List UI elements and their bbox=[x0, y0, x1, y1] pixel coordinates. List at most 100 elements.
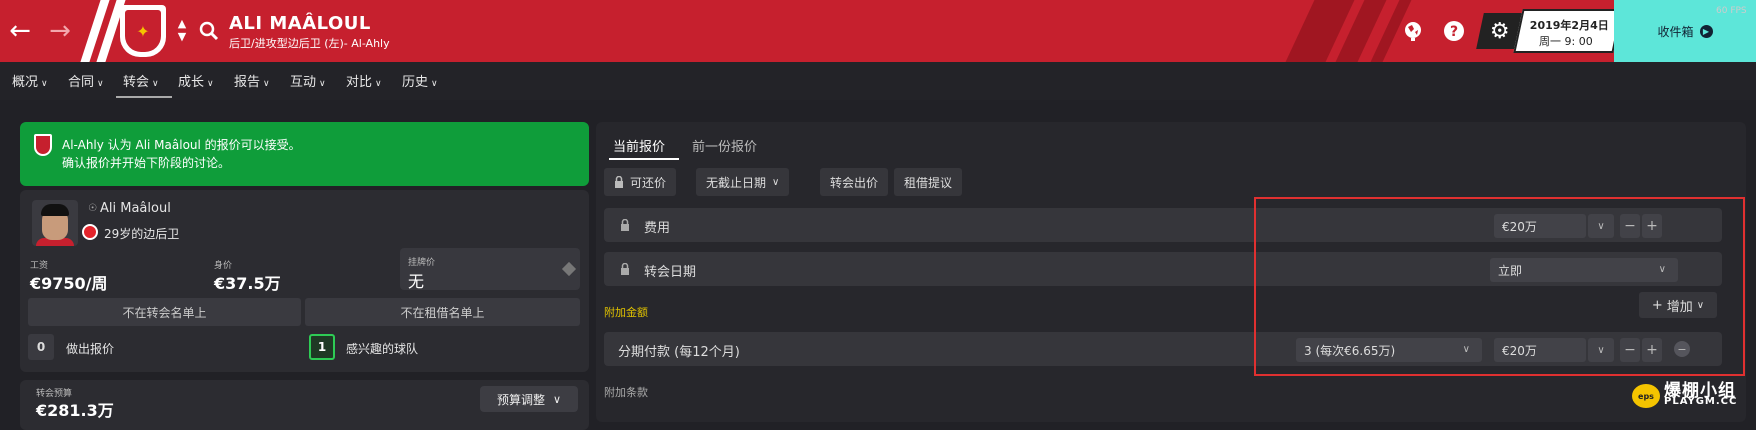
installments-label: 分期付款 (每12个月) bbox=[618, 345, 740, 360]
menu-label: 成长 bbox=[178, 75, 205, 90]
menu-overview[interactable]: 概况 ∨ bbox=[12, 71, 48, 90]
top-bar: ← → ✦ ▲ ▼ ALI MAÂLOUL 后卫/进攻型边后卫 (左)- Al-A… bbox=[0, 0, 1756, 62]
back-button[interactable]: ← bbox=[4, 14, 36, 48]
budget-value: €281.3万 bbox=[36, 401, 114, 420]
interested-label[interactable]: 感兴趣的球队 bbox=[346, 340, 418, 357]
transfer-budget-panel: 转会预算 €281.3万 预算调整 ∨ bbox=[20, 380, 589, 430]
chevron-down-icon: ∨ bbox=[97, 79, 104, 89]
offer-accepted-notice: Al-Ahly 认为 Ali Maâloul 的报价可以接受。 确认报价并开始下… bbox=[20, 122, 589, 186]
loan-offer-label: 租借提议 bbox=[904, 175, 953, 190]
arrow-right-icon: → bbox=[49, 16, 71, 46]
menu-label: 互动 bbox=[290, 75, 317, 90]
diamond-icon bbox=[561, 261, 577, 277]
transfer-bid-button[interactable]: 转会出价 bbox=[820, 168, 889, 196]
notice-line-2: 确认报价并开始下阶段的讨论。 bbox=[62, 156, 231, 170]
chevron-down-icon[interactable]: ▼ bbox=[175, 30, 189, 43]
menu-contract[interactable]: 合同 ∨ bbox=[68, 71, 104, 90]
menu-development[interactable]: 成长 ∨ bbox=[178, 71, 214, 90]
active-tab-indicator bbox=[116, 96, 172, 98]
active-tab-underline bbox=[609, 158, 679, 160]
avatar[interactable] bbox=[32, 200, 78, 246]
chevron-down-icon: ∨ bbox=[152, 79, 159, 89]
player-name[interactable]: Ali Maâloul bbox=[100, 201, 171, 216]
lock-icon bbox=[615, 176, 623, 188]
chevron-down-icon: ∨ bbox=[41, 79, 48, 89]
tab-current-offer[interactable]: 当前报价 bbox=[613, 136, 665, 155]
asking-price-value: 无 bbox=[408, 272, 425, 291]
tab-previous-offer[interactable]: 前一份报价 bbox=[692, 136, 757, 155]
transfer-bid-label: 转会出价 bbox=[830, 175, 879, 190]
watermark-logo: eps bbox=[1632, 384, 1660, 408]
menu-history[interactable]: 历史 ∨ bbox=[402, 71, 438, 90]
world-icon[interactable] bbox=[1399, 17, 1427, 45]
asking-price-label: 挂牌价 bbox=[408, 258, 436, 268]
loan-list-button[interactable]: 不在租借名单上 bbox=[305, 298, 580, 326]
menu-label: 转会 bbox=[123, 75, 150, 90]
notice-line-1: Al-Ahly 认为 Ali Maâloul 的报价可以接受。 bbox=[62, 138, 301, 152]
loan-offer-button[interactable]: 租借提议 bbox=[894, 168, 963, 196]
watermark: eps 爆棚小组 PLAYGM.CC bbox=[1632, 376, 1752, 412]
offers-count-badge: 0 bbox=[28, 334, 54, 360]
player-position: 29岁的边后卫 bbox=[104, 227, 180, 241]
menu-compare[interactable]: 对比 ∨ bbox=[346, 71, 382, 90]
deadline-label: 无截止日期 bbox=[706, 175, 767, 190]
value-value: €37.5万 bbox=[214, 274, 281, 293]
help-icon[interactable]: ? bbox=[1440, 17, 1468, 45]
player-summary-panel: ☉ Ali Maâloul 29岁的边后卫 工资 €9750/周 身价 €37.… bbox=[20, 190, 589, 372]
chevron-down-icon: ∨ bbox=[772, 176, 780, 188]
fee-label: 费用 bbox=[644, 221, 671, 236]
chevron-down-icon: ∨ bbox=[375, 79, 382, 89]
negotiable-label: 可还价 bbox=[630, 175, 667, 190]
chevron-down-icon: ∨ bbox=[552, 392, 562, 406]
date-text: 2019年2月4日 bbox=[1529, 19, 1609, 32]
transfer-date-label: 转会日期 bbox=[644, 265, 697, 280]
menu-label: 历史 bbox=[402, 75, 429, 90]
negotiable-toggle[interactable]: 可还价 bbox=[604, 168, 677, 196]
chevron-down-icon: ∨ bbox=[263, 79, 270, 89]
highlight-box bbox=[1254, 197, 1745, 376]
asking-price-box[interactable]: 挂牌价 无 bbox=[400, 248, 580, 291]
terms-label: 附加条款 bbox=[604, 386, 648, 399]
menu-label: 报告 bbox=[234, 75, 261, 90]
eagle-icon: ✦ bbox=[125, 10, 161, 52]
transfer-list-button[interactable]: 不在转会名单上 bbox=[28, 298, 301, 326]
player-switcher[interactable]: ▲ ▼ bbox=[175, 17, 189, 43]
menu-label: 对比 bbox=[346, 75, 373, 90]
player-subtitle[interactable]: 后卫/进攻型边后卫 (左)- Al-Ahly bbox=[229, 35, 390, 51]
chevron-down-icon: ∨ bbox=[431, 79, 438, 89]
wage-value: €9750/周 bbox=[30, 274, 108, 293]
chevron-down-icon: ∨ bbox=[319, 79, 326, 89]
club-shield-icon bbox=[34, 134, 52, 156]
forward-button[interactable]: → bbox=[44, 14, 76, 48]
inbox-label: 收件箱 bbox=[1657, 24, 1694, 39]
tunisia-flag-icon bbox=[82, 224, 98, 240]
arrow-circle-icon: ▶ bbox=[1699, 24, 1713, 38]
watermark-site: PLAYGM.CC bbox=[1664, 396, 1738, 407]
svg-text:?: ? bbox=[1450, 24, 1458, 40]
page-title: ALI MAÂLOUL bbox=[229, 13, 371, 34]
chevron-down-icon: ∨ bbox=[207, 79, 214, 89]
lock-icon[interactable] bbox=[620, 263, 630, 275]
sub-navigation: 概况 ∨ 合同 ∨ 转会 ∨ 成长 ∨ 报告 ∨ 互动 ∨ 对比 ∨ 历史 ∨ bbox=[0, 62, 1756, 100]
extras-label: 附加金额 bbox=[604, 306, 648, 319]
time-text: 周一 9: 00 bbox=[1539, 35, 1593, 48]
lock-icon[interactable] bbox=[620, 219, 630, 231]
menu-label: 合同 bbox=[68, 75, 95, 90]
budget-adjust-button[interactable]: 预算调整 ∨ bbox=[480, 386, 578, 412]
menu-label: 概况 bbox=[12, 75, 39, 90]
arrow-left-icon: ← bbox=[9, 16, 31, 46]
menu-interaction[interactable]: 互动 ∨ bbox=[290, 71, 326, 90]
chevron-up-icon[interactable]: ▲ bbox=[175, 17, 189, 30]
fps-counter: 60 FPS bbox=[1716, 6, 1747, 16]
interested-count-badge: 1 bbox=[309, 334, 335, 360]
budget-adjust-label: 预算调整 bbox=[496, 392, 545, 407]
date-display[interactable]: 2019年2月4日 周一 9: 00 bbox=[1513, 9, 1623, 53]
deadline-dropdown[interactable]: 无截止日期 ∨ bbox=[696, 168, 790, 196]
menu-transfer[interactable]: 转会 ∨ bbox=[123, 71, 159, 90]
club-crest[interactable]: ✦ bbox=[120, 5, 166, 57]
headset-icon: ☉ bbox=[88, 203, 97, 214]
menu-reports[interactable]: 报告 ∨ bbox=[234, 71, 270, 90]
gear-icon: ⚙ bbox=[1490, 18, 1510, 44]
search-icon[interactable] bbox=[198, 20, 220, 42]
offers-label[interactable]: 做出报价 bbox=[66, 340, 114, 357]
